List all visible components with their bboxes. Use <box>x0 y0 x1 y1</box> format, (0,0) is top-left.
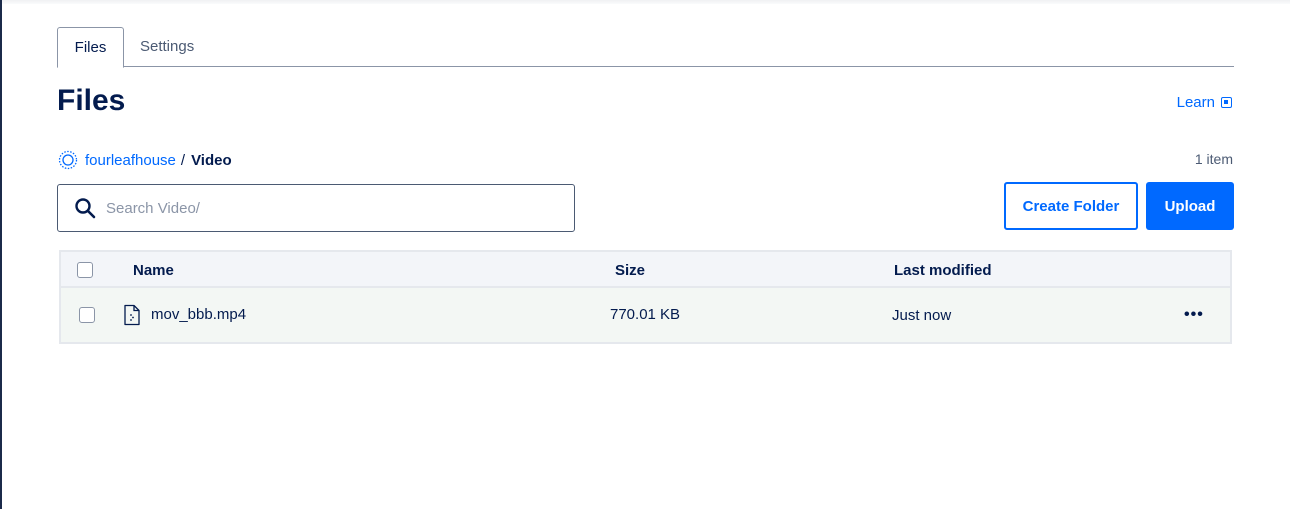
top-divider <box>2 0 1290 4</box>
tab-files[interactable]: Files <box>57 27 124 68</box>
bucket-icon <box>58 150 78 170</box>
breadcrumb-bucket-link[interactable]: fourleafhouse <box>85 152 176 169</box>
files-table: Name Size Last modified mov_bbb.mp4 770.… <box>59 250 1232 344</box>
file-size: 770.01 KB <box>610 306 681 323</box>
tab-bar: Files Settings <box>57 27 1234 68</box>
upload-button[interactable]: Upload <box>1146 182 1234 230</box>
create-folder-button[interactable]: Create Folder <box>1004 182 1138 230</box>
column-header-name[interactable]: Name <box>133 262 174 279</box>
file-name-link[interactable]: mov_bbb.mp4 <box>151 306 246 323</box>
learn-label: Learn <box>1176 94 1215 111</box>
search-icon <box>75 198 96 219</box>
more-actions-icon[interactable]: ••• <box>1184 306 1204 324</box>
row-checkbox[interactable] <box>79 307 95 323</box>
breadcrumb-current: Video <box>191 151 232 169</box>
file-icon <box>124 304 140 326</box>
breadcrumb: fourleafhouse / Video <box>58 150 232 170</box>
page-title: Files <box>57 84 126 117</box>
book-icon <box>1221 97 1232 108</box>
tab-settings[interactable]: Settings <box>124 27 210 67</box>
table-row[interactable]: mov_bbb.mp4 770.01 KB Just now ••• <box>61 288 1230 342</box>
table-header: Name Size Last modified <box>61 252 1230 288</box>
item-count: 1 item <box>1194 151 1233 167</box>
breadcrumb-separator: / <box>180 151 186 169</box>
column-header-last-modified[interactable]: Last modified <box>894 262 992 279</box>
search-box[interactable] <box>57 184 575 232</box>
window-edge <box>0 0 2 509</box>
search-input[interactable] <box>106 199 546 217</box>
learn-link[interactable]: Learn <box>1177 94 1232 111</box>
select-all-checkbox[interactable] <box>77 262 93 278</box>
file-last-modified: Just now <box>892 307 952 324</box>
column-header-size[interactable]: Size <box>615 262 645 279</box>
